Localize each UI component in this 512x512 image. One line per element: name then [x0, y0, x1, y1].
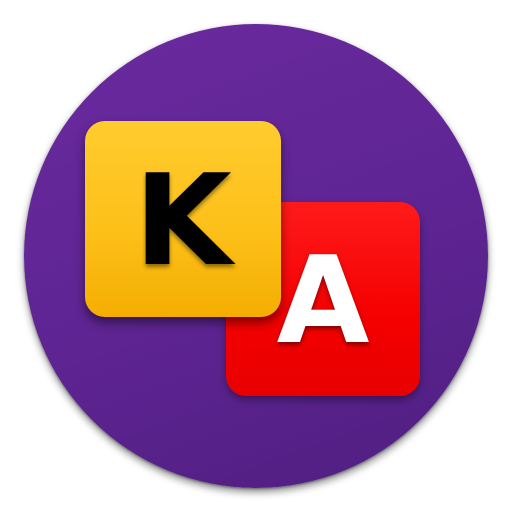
letter-a: A [276, 232, 370, 371]
letter-tile-k: K [85, 121, 281, 317]
app-icon: A K [0, 0, 512, 512]
letter-k: K [134, 147, 232, 294]
